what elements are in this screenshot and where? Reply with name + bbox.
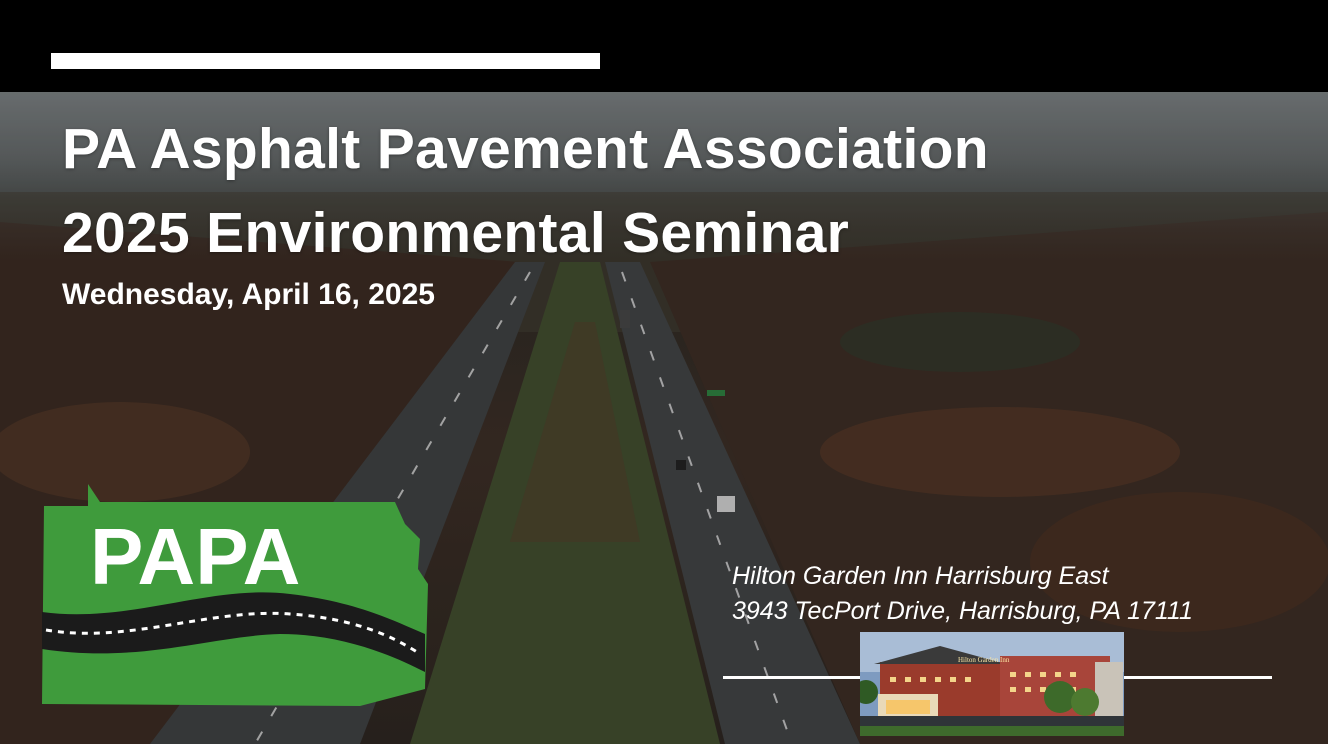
divider-line-left [723,676,860,679]
venue-address: 3943 TecPort Drive, Harrisburg, PA 17111 [732,597,1193,625]
top-accent-line [51,53,600,69]
papa-logo: PAPA [40,484,430,706]
hotel-sign-text: Hilton Garden Inn [958,656,1010,664]
event-date: Wednesday, April 16, 2025 [62,278,435,311]
venue-name: Hilton Garden Inn Harrisburg East [732,562,1109,590]
logo-text: PAPA [90,512,300,601]
hotel-photo: Hilton Garden Inn [860,632,1124,736]
top-bar [0,0,1328,92]
title-line-1: PA Asphalt Pavement Association [62,117,989,181]
title-line-2: 2025 Environmental Seminar [62,201,850,265]
divider-line-right [1124,676,1272,679]
